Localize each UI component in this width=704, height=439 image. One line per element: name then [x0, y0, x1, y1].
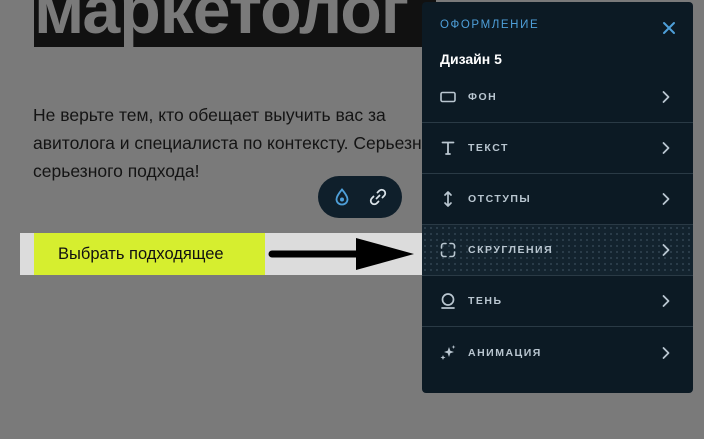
menu-item-spacing[interactable]: ОТСТУПЫ — [422, 174, 693, 225]
menu-item-label: ОТСТУПЫ — [468, 193, 532, 205]
menu-item-label: АНИМАЦИЯ — [468, 346, 542, 359]
menu-item-label: ТЕКСТ — [468, 142, 509, 154]
menu-item-background[interactable]: ФОН — [422, 72, 693, 123]
link-icon[interactable] — [363, 182, 393, 212]
chevron-right-icon — [662, 244, 670, 256]
paragraph-line: авитолога и специалиста по контексту. Се… — [33, 133, 433, 153]
chevron-right-icon — [662, 91, 670, 103]
menu-item-label: ТЕНЬ — [468, 295, 503, 307]
close-icon[interactable] — [661, 20, 677, 36]
menu-item-animation[interactable]: АНИМАЦИЯ — [422, 327, 693, 378]
choose-suitable-button[interactable]: Выбрать подходящее — [34, 233, 265, 275]
text-icon — [439, 139, 457, 157]
mini-toolbar — [318, 176, 402, 218]
menu-item-label: СКРУГЛЕНИЯ — [468, 244, 554, 256]
chevron-right-icon — [662, 295, 670, 307]
page: маркетолог Не верьте тем, кто обещает вы… — [0, 0, 704, 439]
pointer-arrow — [268, 238, 414, 270]
page-heading-block: маркетолог — [34, 0, 436, 47]
chevron-right-icon — [662, 193, 670, 205]
panel-title: ОФОРМЛЕНИЕ — [440, 19, 540, 31]
shadow-icon — [439, 292, 457, 310]
panel-subtitle: Дизайн 5 — [440, 51, 502, 67]
page-heading: маркетолог — [34, 0, 409, 47]
menu-item-shadow[interactable]: ТЕНЬ — [422, 276, 693, 327]
chevron-right-icon — [662, 142, 670, 154]
vertical-arrows-icon — [439, 190, 457, 208]
droplet-icon[interactable] — [327, 182, 357, 212]
paragraph-line: Не верьте тем, кто обещает выучить вас з… — [33, 105, 386, 125]
menu-item-rounding[interactable]: СКРУГЛЕНИЯ — [422, 225, 693, 276]
menu-item-text[interactable]: ТЕКСТ — [422, 123, 693, 174]
design-panel: ОФОРМЛЕНИЕ Дизайн 5 ФОН ТЕКСТ ОТСТУПЫ СК… — [422, 2, 693, 393]
chevron-right-icon — [662, 346, 670, 359]
intro-paragraph: Не верьте тем, кто обещает выучить вас з… — [33, 101, 433, 185]
corners-icon — [439, 241, 457, 259]
sparkle-icon — [439, 344, 457, 362]
menu-item-label: ФОН — [468, 91, 498, 103]
rectangle-icon — [439, 88, 457, 106]
design-menu: ФОН ТЕКСТ ОТСТУПЫ СКРУГЛЕНИЯ ТЕНЬ АНИМАЦ… — [422, 72, 693, 378]
